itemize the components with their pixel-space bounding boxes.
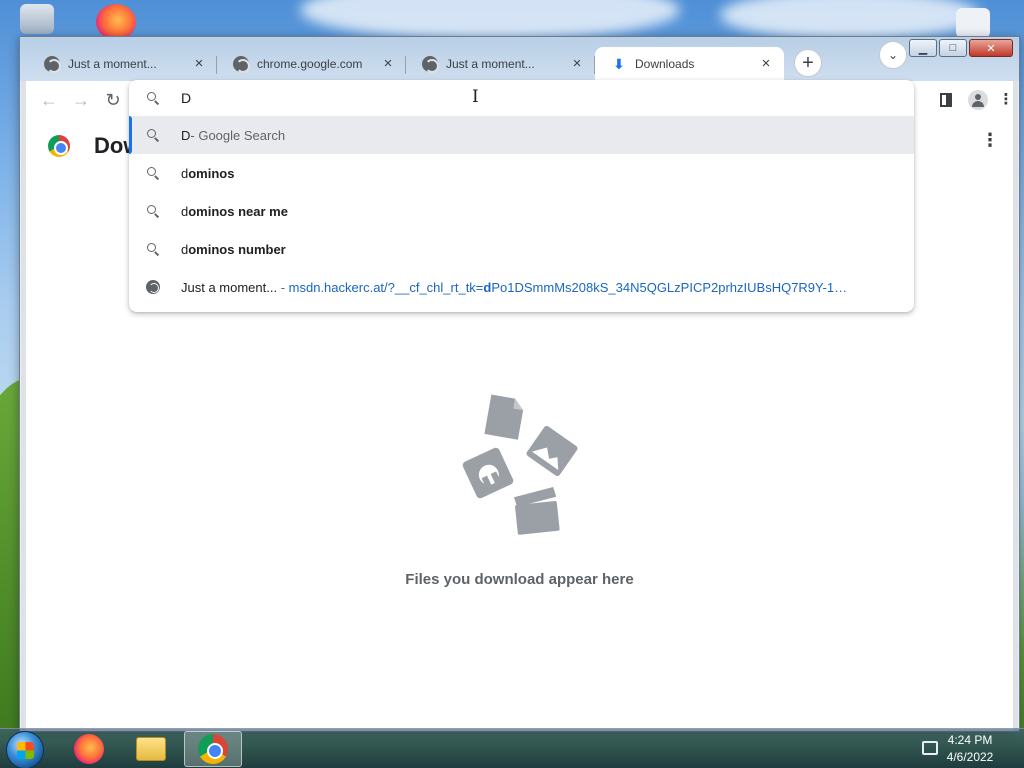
search-icon xyxy=(145,165,161,181)
search-icon xyxy=(145,90,161,106)
firefox-icon xyxy=(74,734,104,764)
omnibox-suggestion[interactable]: D - Google Search xyxy=(129,116,914,154)
tab-title: Just a moment... xyxy=(446,57,535,71)
suggestion-typed: d xyxy=(181,165,189,181)
windows-taskbar: 4:24 PM 4/6/2022 xyxy=(0,728,1024,768)
audio-icon xyxy=(462,447,514,499)
chrome-logo-icon xyxy=(48,135,70,157)
omnibox-dropdown: D I D - Google Search d ominos d ominos ne… xyxy=(129,80,914,312)
tab-close-icon[interactable]: × xyxy=(380,56,396,72)
taskbar-firefox[interactable] xyxy=(60,731,118,767)
system-clock[interactable]: 4:24 PM 4/6/2022 xyxy=(940,732,1000,766)
profile-icon xyxy=(968,90,988,111)
image-icon xyxy=(526,425,578,477)
suggestion-completion: ominos xyxy=(188,165,235,181)
text-cursor-icon: I xyxy=(472,87,479,107)
tab-just-a-moment-1[interactable]: Just a moment... × xyxy=(28,47,217,81)
new-tab-button[interactable]: + xyxy=(794,49,822,77)
wallpaper-cloud xyxy=(300,0,680,40)
empty-downloads-message: Files you download appear here xyxy=(405,571,634,588)
omnibox-input-row[interactable]: D I xyxy=(129,80,914,116)
chrome-menu-button[interactable]: ⋮ xyxy=(995,89,1017,111)
omnibox-input[interactable]: D xyxy=(181,90,191,106)
globe-icon xyxy=(233,56,250,73)
download-icon: ⬇ xyxy=(613,56,625,72)
tab-search-button[interactable]: ⌄ xyxy=(879,41,907,69)
tab-title: Downloads xyxy=(635,57,695,71)
search-icon xyxy=(145,127,161,143)
suggestion-completion: ominos near me xyxy=(188,203,288,219)
chrome-icon xyxy=(198,734,228,764)
forward-button[interactable]: → xyxy=(70,89,92,111)
suggestion-query: D xyxy=(181,127,191,143)
suggestion-typed: d xyxy=(181,203,189,219)
wallpaper-cloud xyxy=(720,0,980,40)
suggestion-separator: - xyxy=(277,279,289,295)
profile-button[interactable] xyxy=(967,89,989,111)
url-part: Po1DSmmMs208kS_34N5QGLzPICP2prhzIUBsHQ7R… xyxy=(491,279,849,295)
suggestion-suffix: - Google Search xyxy=(190,127,286,143)
video-icon xyxy=(514,487,560,535)
search-icon xyxy=(145,203,161,219)
side-panel-button[interactable] xyxy=(935,89,957,111)
tab-title: Just a moment... xyxy=(68,57,157,71)
tab-downloads[interactable]: ⬇ Downloads × xyxy=(595,47,784,81)
desktop-file-icon[interactable] xyxy=(956,8,990,38)
tab-close-icon[interactable]: × xyxy=(191,56,207,72)
firefox-desktop-icon[interactable] xyxy=(96,4,136,40)
start-button[interactable] xyxy=(6,731,44,768)
recycle-bin-icon[interactable] xyxy=(20,4,54,34)
suggestion-url: msdn.hackerc.at/?__cf_chl_rt_tk=dPo1DSmm… xyxy=(289,280,849,295)
taskbar-file-explorer[interactable] xyxy=(122,731,180,767)
taskbar-chrome[interactable] xyxy=(184,731,242,767)
suggestion-typed: d xyxy=(181,241,189,257)
search-icon xyxy=(145,241,161,257)
tab-strip: Just a moment... × chrome.google.com × J… xyxy=(28,45,1019,81)
tab-title: chrome.google.com xyxy=(257,57,363,71)
globe-icon xyxy=(146,280,160,294)
tab-just-a-moment-2[interactable]: Just a moment... × xyxy=(406,47,595,81)
reload-button[interactable]: ↻ xyxy=(102,89,124,111)
side-panel-icon xyxy=(940,93,952,108)
tab-chrome-google-com[interactable]: chrome.google.com × xyxy=(217,47,406,81)
empty-downloads-illustration xyxy=(462,394,578,535)
suggestion-page-title: Just a moment... xyxy=(181,279,278,295)
tab-close-icon[interactable]: × xyxy=(758,56,774,72)
globe-icon xyxy=(44,56,61,73)
network-icon[interactable] xyxy=(922,741,938,755)
tab-close-icon[interactable]: × xyxy=(569,56,585,72)
omnibox-suggestion[interactable]: d ominos number xyxy=(129,230,914,268)
back-button[interactable]: ← xyxy=(38,89,60,111)
url-part: msdn.hackerc.at/?__cf_chl_rt_tk= xyxy=(288,279,484,295)
downloads-more-actions-button[interactable]: ⋮ xyxy=(981,131,999,149)
suggestion-completion: ominos number xyxy=(188,241,286,257)
clock-date: 4/6/2022 xyxy=(946,750,994,764)
omnibox-suggestion[interactable]: d ominos near me xyxy=(129,192,914,230)
globe-icon xyxy=(422,56,439,73)
folder-icon xyxy=(136,737,166,761)
clock-time: 4:24 PM xyxy=(947,733,993,747)
omnibox-suggestion[interactable]: d ominos xyxy=(129,154,914,192)
omnibox-history-suggestion[interactable]: Just a moment... - msdn.hackerc.at/?__cf… xyxy=(129,268,914,306)
document-icon xyxy=(484,394,524,440)
